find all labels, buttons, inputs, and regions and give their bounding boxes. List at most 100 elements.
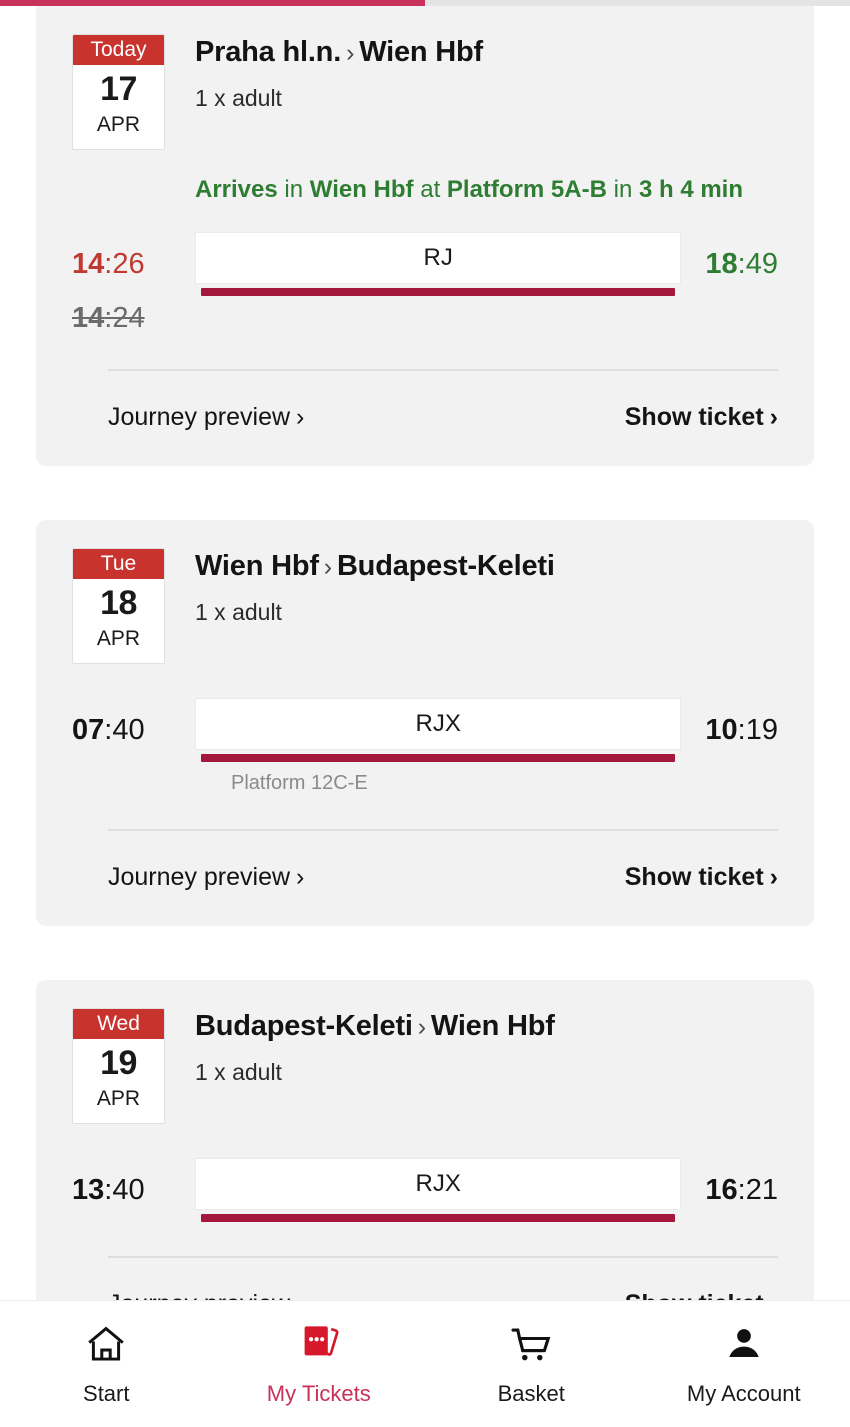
arrival-hours: 18 (705, 247, 738, 280)
route-separator-icon: › (323, 553, 332, 581)
departure-original-hours: 14 (72, 302, 105, 334)
passenger-count: 1 x adult (195, 599, 282, 625)
nav-item-start[interactable]: Start (0, 1321, 213, 1407)
arrival-status-in: in (284, 176, 304, 203)
journey-preview-label: Journey preview (108, 863, 291, 891)
tickets-scroll-area[interactable]: Today 17 APR Praha hl.n. › Wien Hbf 1 x ad… (0, 6, 850, 1300)
departure-minutes: :26 (104, 247, 145, 280)
arrival-status-duration: 3 h 4 min (638, 176, 743, 203)
train-code-box: RJ (195, 232, 682, 284)
departure-minutes: :40 (104, 1173, 145, 1206)
nav-label-my-tickets: My Tickets (266, 1381, 371, 1406)
departure-hours: 13 (72, 1173, 105, 1206)
nav-item-my-tickets[interactable]: My Tickets (213, 1321, 426, 1407)
train-line: RJ (195, 232, 682, 296)
platform-note: Platform 12C-E (231, 772, 368, 794)
chevron-right-icon: › (290, 1290, 304, 1300)
calendar-weekday: Tue (73, 549, 164, 579)
nav-label-basket: Basket (497, 1381, 565, 1406)
show-ticket-label: Show ticket (624, 403, 764, 431)
nav-label-my-account: My Account (686, 1381, 801, 1406)
train-line-rule (201, 754, 676, 762)
arrival-status-station: Wien Hbf (309, 176, 414, 203)
card-actions: Journey preview› Show ticket› (72, 1258, 778, 1300)
shopping-cart-icon (508, 1321, 554, 1367)
route-title: Wien Hbf › Budapest-Keleti (195, 550, 555, 583)
departure-time-original: 14:24 (72, 302, 195, 335)
show-ticket-link[interactable]: Show ticket› (625, 403, 778, 432)
route-separator-icon: › (417, 1013, 426, 1041)
departure-time: 07:40 (72, 714, 195, 747)
card-actions: Journey preview› Show ticket› (72, 831, 778, 926)
departure-time: 13:40 (72, 1174, 195, 1207)
calendar-weekday: Wed (73, 1009, 164, 1039)
route-destination: Wien Hbf (359, 36, 483, 68)
calendar-day: 19 (100, 1044, 137, 1082)
tickets-icon (296, 1321, 342, 1367)
ticket-card-header: Today 17 APR Praha hl.n. › Wien Hbf 1 x ad… (72, 28, 778, 150)
show-ticket-link[interactable]: Show ticket› (625, 1290, 778, 1300)
ticket-card[interactable]: Wed 19 APR Budapest-Keleti › Wien Hbf 1 x … (36, 980, 814, 1300)
departure-minutes: :40 (104, 713, 145, 746)
journey-preview-link[interactable]: Journey preview› (108, 403, 304, 432)
calendar-chip: Tue 18 APR (72, 548, 165, 664)
chevron-right-icon: › (769, 863, 778, 891)
route-destination: Wien Hbf (430, 1010, 555, 1042)
route-title: Budapest-Keleti › Wien Hbf (195, 1010, 555, 1043)
calendar-day: 18 (100, 584, 137, 622)
show-ticket-link[interactable]: Show ticket› (625, 863, 778, 892)
chevron-right-icon: › (296, 403, 305, 431)
arrival-status-in2: in (613, 176, 633, 203)
calendar-weekday: Today (73, 35, 164, 65)
passenger-count: 1 x adult (195, 1059, 282, 1085)
calendar-day: 17 (100, 70, 137, 108)
ticket-head-text: Budapest-Keleti › Wien Hbf 1 x adult (165, 1002, 555, 1086)
journey-preview-label: Journey preview (108, 1290, 290, 1300)
journey-preview-label: Journey preview (108, 403, 291, 431)
ticket-head-text: Wien Hbf › Budapest-Keleti 1 x adult (165, 542, 555, 626)
train-code: RJX (415, 710, 461, 737)
ticket-card[interactable]: Today 17 APR Praha hl.n. › Wien Hbf 1 x ad… (36, 6, 814, 466)
nav-item-basket[interactable]: Basket (425, 1321, 638, 1407)
journey-leg: 14:26 RJ 18:49 (72, 232, 778, 296)
show-ticket-label: Show ticket (624, 863, 764, 891)
arrival-time: 18:49 (681, 248, 778, 281)
arrival-time: 10:19 (681, 714, 778, 747)
calendar-chip: Wed 19 APR (72, 1008, 165, 1124)
train-code: RJ (423, 244, 453, 271)
departure-original-minutes: :24 (104, 302, 145, 334)
calendar-month: APR (96, 1087, 141, 1110)
train-code: RJX (415, 1170, 461, 1197)
train-code-box: RJX (195, 698, 682, 750)
arrival-minutes: :21 (737, 1173, 778, 1206)
train-line-rule (201, 1214, 676, 1222)
arrival-status-at: at (420, 176, 441, 203)
ticket-head-text: Praha hl.n. › Wien Hbf 1 x adult (165, 28, 483, 112)
nav-item-my-account[interactable]: My Account (638, 1321, 850, 1407)
person-icon (721, 1321, 767, 1367)
route-origin: Praha hl.n. (195, 36, 342, 68)
route-separator-icon: › (346, 39, 355, 67)
arrival-hours: 16 (705, 1173, 738, 1206)
departure-time: 14:26 (72, 248, 195, 281)
ticket-card-header: Tue 18 APR Wien Hbf › Budapest-Keleti 1 x … (72, 542, 778, 664)
journey-leg: 13:40 RJX 16:21 (72, 1158, 778, 1222)
arrival-hours: 10 (705, 713, 738, 746)
ticket-card-header: Wed 19 APR Budapest-Keleti › Wien Hbf 1 x … (72, 1002, 778, 1124)
calendar-month: APR (96, 113, 141, 136)
train-line: RJX (195, 698, 682, 762)
arrival-time: 16:21 (681, 1174, 778, 1207)
calendar-month: APR (96, 627, 141, 650)
app-root: Today 17 APR Praha hl.n. › Wien Hbf 1 x ad… (0, 0, 850, 1427)
journey-preview-link[interactable]: Journey preview› (108, 1290, 304, 1300)
journey-preview-link[interactable]: Journey preview› (108, 863, 304, 892)
ticket-card[interactable]: Tue 18 APR Wien Hbf › Budapest-Keleti 1 x … (36, 520, 814, 926)
chevron-right-icon: › (769, 403, 778, 431)
passenger-count: 1 x adult (195, 85, 282, 111)
bottom-navigation: Start My Tickets Basket My Account (0, 1300, 850, 1427)
show-ticket-label: Show ticket (625, 1290, 764, 1300)
route-origin: Wien Hbf (195, 550, 319, 582)
departure-hours: 14 (72, 247, 105, 280)
departure-hours: 07 (72, 713, 105, 746)
nav-label-start: Start (83, 1381, 130, 1406)
